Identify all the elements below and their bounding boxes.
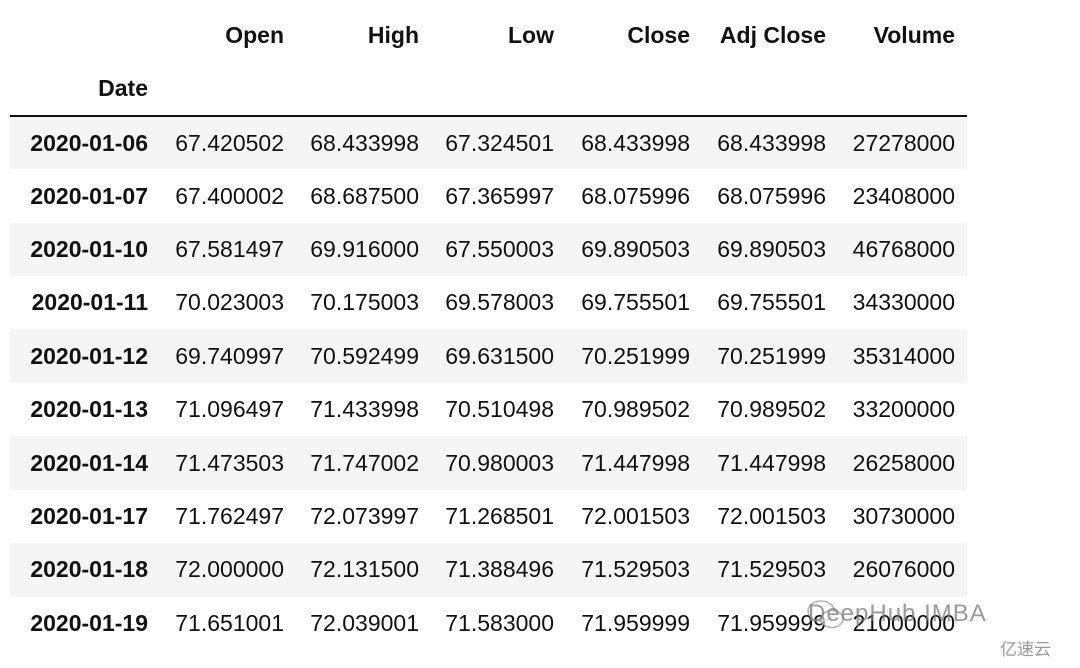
row-index-date: 2020-01-13 [30, 396, 148, 423]
cell-open: 69.740997 [175, 342, 284, 369]
cell-high: 72.039001 [310, 609, 419, 636]
cell-adj-close: 68.433998 [717, 129, 826, 156]
cell-close: 69.890503 [581, 235, 690, 262]
table-row: 2020-01-07 67.400002 68.687500 67.365997 68.… [10, 169, 967, 222]
cell-volume: 34330000 [852, 289, 955, 316]
cell-volume: 26258000 [852, 449, 955, 476]
cell-low: 71.388496 [445, 556, 554, 583]
cell-adj-close: 69.890503 [717, 235, 826, 262]
cell-high: 70.592499 [310, 342, 419, 369]
table-row: 2020-01-17 71.762497 72.073997 71.268501 72.… [10, 490, 967, 543]
cell-volume: 27278000 [852, 129, 955, 156]
watermark-deephub: DeepHub IMBA [808, 600, 987, 627]
cell-high: 68.687500 [310, 182, 419, 209]
index-header-row: Date [10, 62, 967, 117]
cell-high: 68.433998 [310, 129, 419, 156]
cell-low: 67.324501 [445, 129, 554, 156]
cell-close: 71.529503 [581, 556, 690, 583]
watermark-yisuyun: 亿速云 [1000, 640, 1051, 659]
cell-volume: 30730000 [852, 502, 955, 529]
cell-volume: 23408000 [852, 182, 955, 209]
cell-open: 71.473503 [175, 449, 284, 476]
index-name: Date [10, 62, 160, 117]
row-index-date: 2020-01-12 [30, 342, 148, 369]
table-row: 2020-01-14 71.473503 71.747002 70.980003 71.… [10, 436, 967, 490]
cell-close: 69.755501 [581, 289, 690, 316]
cell-close: 68.075996 [581, 182, 690, 209]
column-header-high: High [367, 21, 419, 48]
cell-adj-close: 72.001503 [717, 502, 826, 529]
cell-high: 72.073997 [310, 502, 419, 529]
row-index-date: 2020-01-18 [30, 556, 148, 583]
row-index-date: 2020-01-19 [30, 609, 148, 636]
table-row: 2020-01-18 72.000000 72.131500 71.388496 71.… [10, 543, 967, 597]
cell-low: 71.268501 [445, 502, 554, 529]
cell-open: 67.581497 [175, 235, 284, 262]
cell-open: 70.023003 [175, 289, 284, 316]
column-header-low: Low [508, 21, 554, 48]
column-header-volume: Volume [873, 21, 955, 48]
cell-close: 70.989502 [581, 396, 690, 423]
cell-adj-close: 70.251999 [717, 342, 826, 369]
cell-high: 72.131500 [310, 556, 419, 583]
cell-low: 70.980003 [445, 449, 554, 476]
cell-close: 71.447998 [581, 449, 690, 476]
row-index-date: 2020-01-14 [30, 449, 148, 476]
cell-close: 68.433998 [581, 129, 690, 156]
cell-open: 67.400002 [175, 182, 284, 209]
column-header-close: Close [627, 21, 690, 48]
cell-adj-close: 71.529503 [717, 556, 826, 583]
row-index-date: 2020-01-06 [30, 129, 148, 156]
cell-high: 71.433998 [310, 396, 419, 423]
cell-high: 69.916000 [310, 235, 419, 262]
cell-volume: 35314000 [852, 342, 955, 369]
cell-low: 69.631500 [445, 342, 554, 369]
cell-volume: 46768000 [852, 235, 955, 262]
cell-adj-close: 69.755501 [717, 289, 826, 316]
table-row: 2020-01-11 70.023003 70.175003 69.578003 69.… [10, 276, 967, 329]
cell-adj-close: 71.447998 [717, 449, 826, 476]
cell-adj-close: 70.989502 [717, 396, 826, 423]
cell-close: 70.251999 [581, 342, 690, 369]
table-row: 2020-01-12 69.740997 70.592499 69.631500 70.… [10, 329, 967, 383]
column-header-adj-close: Adj Close [719, 21, 826, 48]
cell-volume: 33200000 [852, 396, 955, 423]
cell-low: 67.550003 [445, 235, 554, 262]
table-row: 2020-01-06 67.420502 68.433998 67.324501 68.… [10, 116, 967, 170]
table-row: 2020-01-10 67.581497 69.916000 67.550003 69.… [10, 222, 967, 277]
row-index-date: 2020-01-10 [30, 235, 148, 262]
cell-open: 67.420502 [175, 129, 284, 156]
column-header-row: Open High Low Close Adj Close Volume [10, 8, 967, 62]
cell-high: 71.747002 [310, 449, 419, 476]
corner-cell [10, 8, 160, 62]
row-index-date: 2020-01-07 [30, 182, 148, 209]
cell-low: 70.510498 [445, 396, 554, 423]
cell-open: 71.651001 [175, 609, 284, 636]
table-row: 2020-01-13 71.096497 71.433998 70.510498 70.… [10, 383, 967, 436]
cell-open: 72.000000 [175, 556, 284, 583]
cell-close: 71.959999 [581, 609, 690, 636]
cell-high: 70.175003 [310, 289, 419, 316]
cell-close: 72.001503 [581, 502, 690, 529]
cell-open: 71.096497 [175, 396, 284, 423]
cell-adj-close: 68.075996 [717, 182, 826, 209]
dataframe-table: Open High Low Close Adj Close Volume Dat… [10, 8, 967, 650]
cell-low: 69.578003 [445, 289, 554, 316]
row-index-date: 2020-01-17 [30, 502, 148, 529]
cell-open: 71.762497 [175, 502, 284, 529]
table-body: 2020-01-06 67.420502 68.433998 67.324501 68.… [10, 116, 967, 650]
cell-volume: 26076000 [852, 556, 955, 583]
row-index-date: 2020-01-11 [31, 289, 148, 316]
column-header-open: Open [225, 21, 284, 48]
cell-low: 67.365997 [445, 182, 554, 209]
cell-low: 71.583000 [445, 609, 554, 636]
